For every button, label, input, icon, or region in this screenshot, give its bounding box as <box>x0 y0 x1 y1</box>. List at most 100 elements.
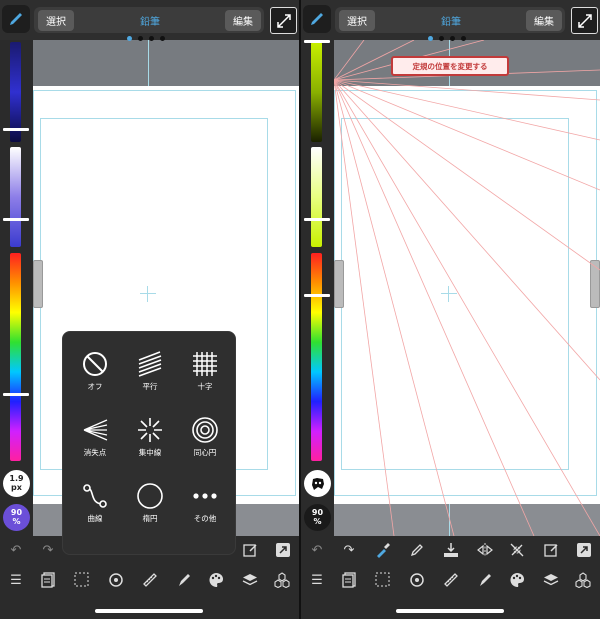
ruler-parallel-option[interactable]: 平行 <box>122 336 178 398</box>
brush-icon[interactable] <box>174 570 194 590</box>
brightness-handle[interactable] <box>304 40 330 43</box>
selection-icon[interactable] <box>72 570 92 590</box>
selection-icon[interactable] <box>373 570 393 590</box>
opacity-badge[interactable]: 90% <box>304 504 331 531</box>
ruler-snap-icon[interactable] <box>507 540 527 560</box>
opacity-unit: % <box>313 516 322 526</box>
hue-handle[interactable] <box>304 294 330 297</box>
opacity-value: 90 <box>10 507 23 517</box>
ruler-more-option[interactable]: その他 <box>177 468 233 530</box>
hue-slider[interactable] <box>10 253 21 461</box>
pen-icon[interactable] <box>407 540 427 560</box>
left-screen: 選択 鉛筆 編集 1.9 px 90% ↶ ↷ ☰ オフ 平行 十字 消失点 集… <box>0 0 299 619</box>
ruler-cross-option[interactable]: 十字 <box>177 336 233 398</box>
brush-size-badge[interactable]: 1.9 px <box>3 470 30 497</box>
saturation-handle[interactable] <box>3 218 29 221</box>
expand-icon <box>276 13 291 28</box>
color-panel: 90% <box>301 40 334 536</box>
concentrated-lines-icon <box>138 418 162 442</box>
brush-tool-button[interactable] <box>303 5 331 33</box>
brightness-handle[interactable] <box>3 128 29 131</box>
rotate-icon[interactable] <box>106 570 126 590</box>
ruler-cross-label: 十字 <box>197 382 213 391</box>
brush-icon[interactable] <box>475 570 495 590</box>
hue-slider[interactable] <box>311 253 322 461</box>
symmetry-icon[interactable] <box>475 540 495 560</box>
pages-icon[interactable] <box>38 570 58 590</box>
redo-icon[interactable]: ↷ <box>38 540 58 560</box>
hue-handle[interactable] <box>3 393 29 396</box>
ruler-ellipse-label: 楕円 <box>142 514 158 523</box>
ruler-vanishing-option[interactable]: 消失点 <box>67 402 123 464</box>
ruler-ellipse-option[interactable]: 楕円 <box>122 468 178 530</box>
ruler-parallel-label: 平行 <box>142 382 158 391</box>
clear-icon[interactable] <box>541 540 561 560</box>
edit-button[interactable]: 編集 <box>225 10 261 31</box>
change-ruler-position-button[interactable]: 定規の位置を変更する <box>391 56 509 76</box>
menu-icon[interactable]: ☰ <box>6 570 26 590</box>
home-indicator[interactable] <box>396 609 504 613</box>
edit-button[interactable]: 編集 <box>526 10 562 31</box>
clear-icon[interactable] <box>240 540 260 560</box>
ruler-concentrated-option[interactable]: 集中線 <box>122 402 178 464</box>
ruler-curve-option[interactable]: 曲線 <box>67 468 123 530</box>
palette-icon[interactable] <box>507 570 527 590</box>
pen-icon <box>311 13 323 25</box>
pages-icon[interactable] <box>339 570 359 590</box>
undo-icon[interactable]: ↶ <box>307 540 327 560</box>
canvas-margin-top <box>33 40 299 86</box>
select-button[interactable]: 選択 <box>38 10 74 31</box>
opacity-unit: % <box>12 516 21 526</box>
current-tool-name[interactable]: 鉛筆 <box>120 13 180 28</box>
page-dot <box>450 36 455 41</box>
fill-icon[interactable] <box>441 540 461 560</box>
opacity-badge[interactable]: 90% <box>3 504 30 531</box>
more-icon <box>193 493 217 499</box>
page-dot <box>127 36 132 41</box>
top-bar: 選択 鉛筆 編集 <box>301 0 600 40</box>
transform-icon[interactable] <box>273 540 293 560</box>
right-screen: 定規の位置を変更する 選択 鉛筆 編集 90 % ↶ ↷ ☰ <box>301 0 600 619</box>
current-tool-name[interactable]: 鉛筆 <box>421 13 481 28</box>
curve-icon <box>83 484 107 508</box>
fullscreen-button[interactable] <box>571 7 598 34</box>
ruler-icon[interactable] <box>441 570 461 590</box>
brush-tool-button[interactable] <box>2 5 30 33</box>
vanishing-point-ruler[interactable] <box>334 40 600 536</box>
ruler-off-label: オフ <box>87 382 103 391</box>
undo-icon[interactable]: ↶ <box>6 540 26 560</box>
cross-grid-icon <box>193 352 217 376</box>
brush-shape-icon <box>311 477 324 490</box>
select-button[interactable]: 選択 <box>339 10 375 31</box>
brightness-slider[interactable] <box>10 42 21 142</box>
layers-icon[interactable] <box>240 570 260 590</box>
ruler-concentric-label: 同心円 <box>193 448 217 457</box>
left-panel-handle[interactable] <box>33 260 43 308</box>
redo-icon[interactable]: ↷ <box>339 540 359 560</box>
transform-icon[interactable] <box>574 540 594 560</box>
layers-icon[interactable] <box>541 570 561 590</box>
menu-icon[interactable]: ☰ <box>307 570 327 590</box>
action-toolbar: ↶ ↷ <box>301 536 600 564</box>
prohibit-icon <box>83 352 107 376</box>
expand-icon <box>577 13 592 28</box>
eyedropper-icon[interactable] <box>373 540 393 560</box>
brush-size-unit: px <box>11 482 22 492</box>
palette-icon[interactable] <box>206 570 226 590</box>
ruler-concentric-option[interactable]: 同心円 <box>177 402 233 464</box>
ruler-menu: オフ 平行 十字 消失点 集中線 同心円 曲線 楕円 その他 <box>62 331 236 555</box>
rotate-icon[interactable] <box>407 570 427 590</box>
ruler-icon[interactable] <box>140 570 160 590</box>
brush-shape-badge[interactable] <box>304 470 331 497</box>
brightness-slider[interactable] <box>311 42 322 142</box>
saturation-handle[interactable] <box>304 218 330 221</box>
home-indicator[interactable] <box>95 609 203 613</box>
saturation-slider[interactable] <box>311 147 322 247</box>
material-icon[interactable] <box>272 570 292 590</box>
material-icon[interactable] <box>573 570 593 590</box>
main-toolbar: ☰ <box>301 564 600 596</box>
fullscreen-button[interactable] <box>270 7 297 34</box>
opacity-value: 90 <box>311 507 324 517</box>
ruler-off-option[interactable]: オフ <box>67 336 123 398</box>
saturation-slider[interactable] <box>10 147 21 247</box>
